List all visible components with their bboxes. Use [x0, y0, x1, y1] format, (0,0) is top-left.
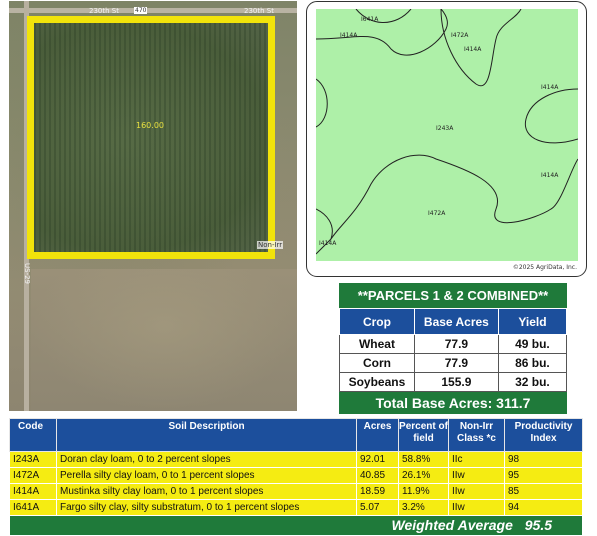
crop-cell: Soybeans [339, 372, 415, 392]
soil-unit-label: I472A [451, 32, 469, 39]
table-row: Soybeans 155.9 32 bu. [339, 372, 568, 392]
table-row: Wheat 77.9 49 bu. [339, 334, 568, 354]
table-row: I472A Perella silty clay loam, 0 to 1 pe… [9, 467, 583, 484]
non-irr-label: Non-Irr [257, 241, 284, 249]
column-header: Non-Irr Class *c [448, 418, 505, 452]
crop-cell: Wheat [339, 334, 415, 354]
table-row: I641A Fargo silty clay, silty substratum… [9, 499, 583, 516]
description-cell: Fargo silty clay, silty substratum, 0 to… [56, 499, 357, 516]
total-label: Total Base Acres: [375, 395, 493, 411]
column-header: Acres [356, 418, 399, 452]
class-cell: IIw [448, 499, 505, 516]
acres-cell: 18.59 [356, 483, 399, 500]
road-label: 230th St [89, 7, 119, 15]
parcels-table: **PARCELS 1 & 2 COMBINED** Crop Base Acr… [339, 283, 568, 414]
field-acres-label: 160.00 [136, 121, 164, 130]
table-row: Corn 77.9 86 bu. [339, 353, 568, 373]
percent-cell: 58.8% [398, 451, 449, 468]
column-header: Crop [339, 308, 415, 335]
productivity-cell: 85 [504, 483, 583, 500]
road-label: 230th St [244, 7, 274, 15]
soil-unit-label: I243A [436, 125, 454, 132]
soil-unit-label: I641A [361, 16, 379, 23]
total-base-acres: Total Base Acres: 311.7 [339, 392, 567, 414]
productivity-cell: 98 [504, 451, 583, 468]
productivity-cell: 94 [504, 499, 583, 516]
description-cell: Perella silty clay loam, 0 to 1 percent … [56, 467, 357, 484]
parcels-title: **PARCELS 1 & 2 COMBINED** [339, 283, 567, 308]
weighted-average-value: 95.5 [524, 517, 552, 533]
adjacent-field [31, 269, 297, 411]
soil-table: Code Soil Description Acres Percent of f… [9, 418, 583, 536]
class-cell: IIw [448, 483, 505, 500]
acres-cell: 40.85 [356, 467, 399, 484]
percent-cell: 26.1% [398, 467, 449, 484]
soil-unit-label: I414A [319, 240, 337, 247]
column-header: Yield [497, 308, 568, 335]
soil-map-area [316, 9, 578, 261]
percent-cell: 11.9% [398, 483, 449, 500]
column-header: Productivity Index [504, 418, 583, 452]
soil-description-table: Code Soil Description Acres Percent of f… [9, 418, 583, 536]
code-cell: I472A [9, 467, 57, 484]
soil-unit-label: I414A [464, 46, 482, 53]
field-boundary [27, 16, 275, 259]
road-shield: 470 [134, 7, 148, 14]
soil-unit-label: I472A [428, 210, 446, 217]
yield-cell: 32 bu. [497, 372, 568, 392]
base-acres-cell: 155.9 [413, 372, 499, 392]
table-header-row: Crop Base Acres Yield [339, 308, 568, 335]
base-acres-cell: 77.9 [413, 334, 499, 354]
soil-unit-label: I414A [340, 32, 358, 39]
soil-unit-label: I414A [541, 84, 559, 91]
yield-cell: 86 bu. [497, 353, 568, 373]
class-cell: IIc [448, 451, 505, 468]
crop-cell: Corn [339, 353, 415, 373]
percent-cell: 3.2% [398, 499, 449, 516]
soil-map-svg: I641A I414A I472A I414A I414A I243A I414… [316, 9, 578, 261]
code-cell: I414A [9, 483, 57, 500]
description-cell: Doran clay loam, 0 to 2 percent slopes [56, 451, 357, 468]
table-row: I243A Doran clay loam, 0 to 2 percent sl… [9, 451, 583, 468]
code-cell: I641A [9, 499, 57, 516]
column-header: Percent of field [398, 418, 449, 452]
column-header: Soil Description [56, 418, 357, 452]
table-row: I414A Mustinka silty clay loam, 0 to 1 p… [9, 483, 583, 500]
map-copyright: ©2025 AgriData, Inc. [512, 264, 577, 271]
class-cell: IIw [448, 467, 505, 484]
weighted-average-label: Weighted Average [391, 517, 513, 533]
aerial-map: 230th St 470 230th St 160.00 Non-Irr US-… [9, 1, 297, 411]
description-cell: Mustinka silty clay loam, 0 to 1 percent… [56, 483, 357, 500]
table-header-row: Code Soil Description Acres Percent of f… [9, 418, 583, 452]
soil-unit-label: I414A [541, 172, 559, 179]
acres-cell: 92.01 [356, 451, 399, 468]
column-header: Code [9, 418, 57, 452]
yield-cell: 49 bu. [497, 334, 568, 354]
code-cell: I243A [9, 451, 57, 468]
column-header: Base Acres [413, 308, 499, 335]
base-acres-table: Crop Base Acres Yield Wheat 77.9 49 bu. … [339, 308, 568, 392]
total-value: 311.7 [496, 395, 531, 411]
productivity-cell: 95 [504, 467, 583, 484]
acres-cell: 5.07 [356, 499, 399, 516]
road-label-vertical: US-29 [23, 263, 31, 284]
soil-map: I641A I414A I472A I414A I414A I243A I414… [306, 1, 587, 277]
base-acres-cell: 77.9 [413, 353, 499, 373]
